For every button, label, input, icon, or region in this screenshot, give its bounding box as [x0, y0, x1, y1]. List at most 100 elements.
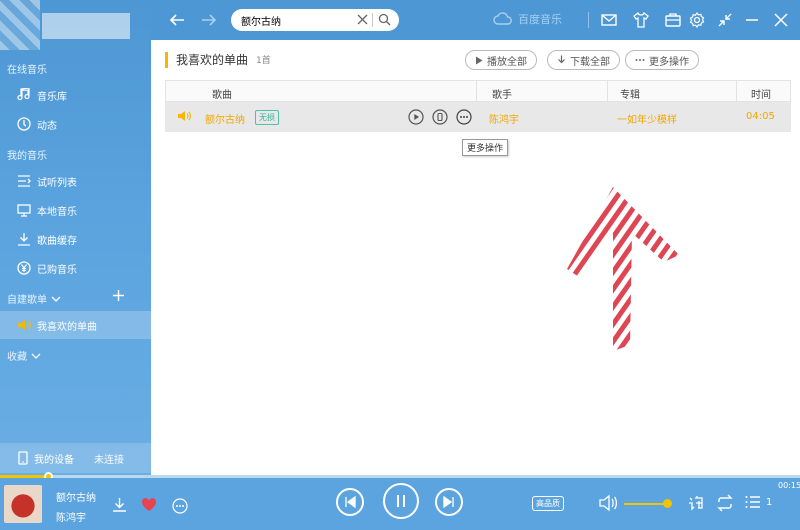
close-button[interactable] — [772, 11, 790, 29]
song-count: 1首 — [256, 56, 271, 66]
search-divider — [372, 13, 373, 27]
now-playing-icon — [177, 110, 191, 122]
mail-icon — [600, 11, 618, 29]
arrow-right-icon — [200, 11, 218, 29]
add-playlist-button[interactable] — [112, 289, 125, 302]
playlist-header: 我喜欢的单曲 1首 — [165, 51, 271, 68]
volume-handle[interactable] — [663, 499, 673, 508]
album-cover[interactable] — [4, 485, 42, 523]
sidebar-item-label: 音乐库 — [37, 91, 67, 103]
list-icon — [16, 174, 31, 189]
queue-count: 1 — [766, 497, 773, 508]
clear-search-button[interactable] — [356, 13, 369, 26]
search-input[interactable] — [241, 14, 351, 26]
device-label: 我的设备 — [34, 454, 74, 466]
toolbar-divider — [588, 12, 589, 28]
music-note-icon — [16, 88, 31, 103]
table-header: 歌曲 歌手 专辑 时间 — [165, 80, 791, 102]
volume-icon — [599, 494, 618, 512]
row-more-button[interactable] — [456, 109, 472, 125]
previous-button[interactable] — [336, 488, 364, 516]
player-more-button[interactable] — [172, 498, 188, 514]
song-duration: 04:05 — [746, 111, 775, 122]
song-title[interactable]: 额尔古纳 — [205, 111, 245, 126]
quality-selector[interactable]: 高品质 — [532, 496, 564, 511]
main-content: 我喜欢的单曲 1首 播放全部 下载全部 更多操作 歌曲 歌手 专辑 时间 额尔古… — [151, 40, 800, 475]
mail-button[interactable] — [600, 11, 618, 29]
speaker-icon — [16, 318, 31, 333]
column-divider[interactable] — [607, 81, 608, 101]
chevron-down-icon — [31, 352, 41, 360]
like-button[interactable] — [141, 498, 157, 512]
column-divider[interactable] — [476, 81, 477, 101]
now-playing-artist[interactable]: 陈鸿宇 — [56, 509, 86, 524]
download-all-label: 下载全部 — [570, 56, 610, 68]
col-song[interactable]: 歌曲 — [212, 86, 232, 101]
sidebar: 在线音乐 音乐库 动态 我的音乐 试听列表 本地音乐 歌曲缓存 已购音乐 自建歌… — [0, 0, 151, 475]
monitor-icon — [16, 203, 31, 218]
col-time[interactable]: 时间 — [751, 86, 771, 101]
pause-button[interactable] — [383, 483, 419, 519]
player-bar: 额尔古纳 陈鸿宇 高品质 1 00:15 — [0, 478, 800, 530]
sidebar-item-song-cache[interactable]: 歌曲缓存 — [0, 225, 151, 253]
pause-icon — [397, 495, 405, 507]
col-album[interactable]: 专辑 — [620, 86, 640, 101]
sidebar-item-liked-songs[interactable]: 我喜欢的单曲 — [0, 311, 151, 339]
settings-button[interactable] — [688, 11, 706, 29]
download-all-button[interactable]: 下载全部 — [547, 50, 620, 70]
more-actions-button[interactable]: 更多操作 — [625, 50, 699, 70]
tooltip: 更多操作 — [462, 139, 509, 156]
table-row[interactable]: 额尔古纳 无损 陈鸿宇 一如年少模样 04:05 — [165, 102, 791, 132]
sidebar-item-label: 试听列表 — [37, 177, 77, 189]
now-playing-title[interactable]: 额尔古纳 — [56, 489, 96, 504]
sidebar-item-trial-list[interactable]: 试听列表 — [0, 167, 151, 195]
repeat-button[interactable] — [716, 494, 734, 512]
song-artist[interactable]: 陈鸿宇 — [489, 111, 519, 126]
next-button[interactable] — [435, 488, 463, 516]
heart-icon — [141, 498, 157, 511]
section-collections[interactable]: 收藏 — [7, 348, 41, 363]
volume-button[interactable] — [598, 494, 618, 512]
toolbox-button[interactable] — [664, 11, 682, 29]
sidebar-item-local-music[interactable]: 本地音乐 — [0, 196, 151, 224]
lyrics-button[interactable] — [688, 494, 706, 512]
page-title: 我喜欢的单曲 — [176, 53, 249, 67]
skin-button[interactable] — [632, 11, 650, 29]
sidebar-item-feed[interactable]: 动态 — [0, 110, 151, 138]
brand-logo: 百度音乐 — [493, 11, 562, 27]
skip-back-icon — [345, 496, 356, 508]
col-artist[interactable]: 歌手 — [492, 86, 512, 101]
compress-icon — [716, 11, 734, 29]
gear-icon — [688, 11, 706, 29]
section-my-music: 我的音乐 — [7, 151, 47, 162]
sidebar-item-label: 歌曲缓存 — [37, 235, 77, 247]
row-play-button[interactable] — [408, 109, 424, 125]
back-button[interactable] — [168, 11, 186, 29]
lyrics-icon — [689, 496, 703, 511]
play-all-button[interactable]: 播放全部 — [465, 50, 537, 70]
song-album[interactable]: 一如年少模样 — [617, 111, 677, 126]
play-icon — [475, 56, 483, 65]
column-divider[interactable] — [736, 81, 737, 101]
accent-bar — [165, 51, 168, 68]
phone-icon — [18, 451, 28, 465]
minimize-button[interactable] — [743, 11, 761, 29]
avatar[interactable] — [0, 0, 40, 50]
forward-button[interactable] — [200, 11, 218, 29]
section-custom-playlists[interactable]: 自建歌单 — [7, 291, 61, 306]
download-icon — [16, 232, 31, 247]
player-download-button[interactable] — [112, 497, 127, 512]
sidebar-item-purchased-music[interactable]: 已购音乐 — [0, 254, 151, 282]
arrow-left-icon — [168, 11, 186, 29]
my-device[interactable]: 我的设备 未连接 — [0, 443, 151, 473]
shirt-icon — [632, 11, 650, 29]
search-icon[interactable] — [378, 13, 391, 26]
playlist-queue-button[interactable] — [745, 495, 761, 509]
ellipsis-circle-icon — [456, 109, 472, 125]
row-download-button[interactable] — [432, 109, 448, 125]
lossless-badge: 无损 — [255, 110, 279, 125]
play-all-label: 播放全部 — [487, 56, 527, 68]
sidebar-item-music-library[interactable]: 音乐库 — [0, 81, 151, 109]
username[interactable] — [42, 13, 130, 39]
mini-mode-button[interactable] — [716, 11, 734, 29]
